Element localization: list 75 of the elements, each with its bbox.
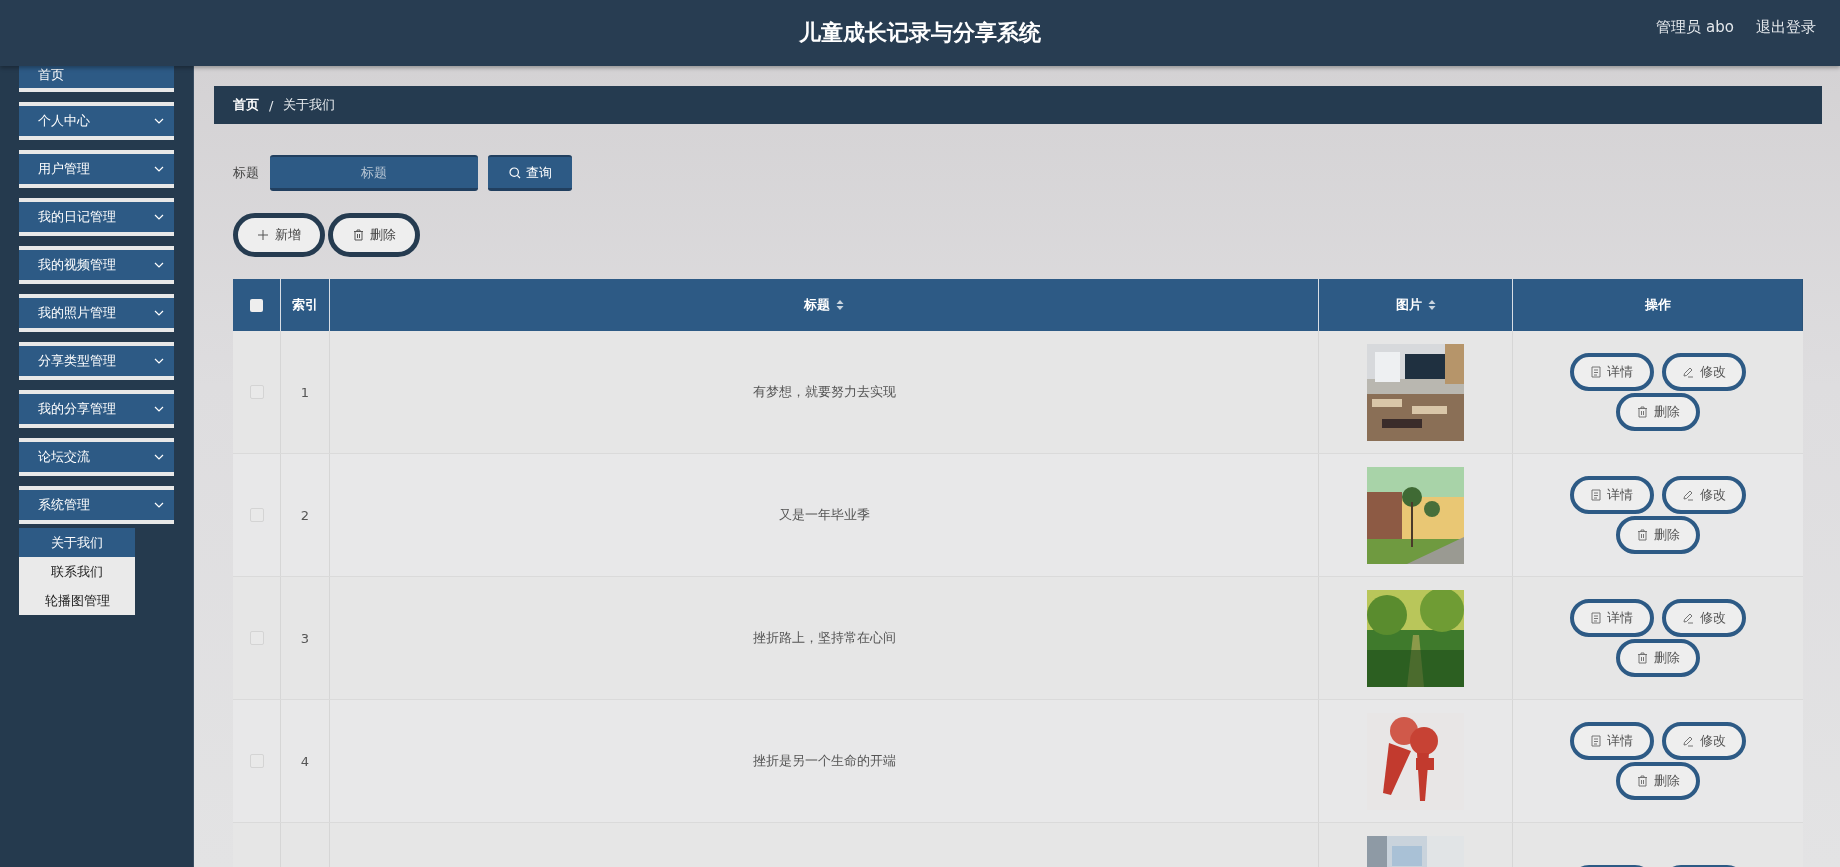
menu-item[interactable]: 分享类型管理: [19, 342, 174, 380]
edit-button[interactable]: 修改: [1662, 722, 1746, 760]
sort-icon[interactable]: [836, 299, 844, 311]
trash-icon: [1636, 529, 1648, 541]
search-label: 标题: [233, 164, 259, 182]
menu-item[interactable]: 个人中心: [19, 102, 174, 140]
chevron-down-icon: [154, 166, 164, 172]
chevron-down-icon: [154, 310, 164, 316]
select-all-checkbox[interactable]: [250, 298, 263, 312]
column-header: 图片: [1395, 296, 1422, 314]
table-cell: 挫折是另一个生命的开端: [752, 752, 896, 770]
submenu-item[interactable]: 关于我们: [19, 528, 135, 557]
menu-item[interactable]: 首页: [19, 66, 174, 92]
chevron-down-icon: [154, 358, 164, 364]
menu-item[interactable]: 我的日记管理: [19, 198, 174, 236]
row-index: 4: [300, 753, 310, 769]
trash-icon: [1636, 406, 1648, 418]
breadcrumb-link[interactable]: 首页: [233, 96, 259, 114]
app-title: 儿童成长记录与分享系统: [799, 19, 1041, 47]
delete-button[interactable]: 删除: [1616, 516, 1700, 554]
table-cell: 又是一年毕业季: [778, 506, 870, 524]
details-button[interactable]: 详情: [1570, 476, 1654, 514]
menu-item[interactable]: 我的照片管理: [19, 294, 174, 332]
pencil-icon: [1682, 612, 1694, 624]
delete-button[interactable]: 删除: [1616, 639, 1700, 677]
row-index: 2: [300, 507, 310, 523]
menu-item[interactable]: 用户管理: [19, 150, 174, 188]
search-icon: [508, 166, 521, 179]
chevron-down-icon: [154, 262, 164, 268]
menu-item[interactable]: 系统管理: [19, 486, 174, 524]
pencil-icon: [1682, 735, 1694, 747]
document-icon: [1591, 366, 1601, 378]
chevron-down-icon: [154, 454, 164, 460]
chevron-down-icon: [154, 406, 164, 412]
search-button[interactable]: 查询: [488, 155, 572, 191]
delete-button[interactable]: 删除: [1616, 393, 1700, 431]
edit-button[interactable]: 修改: [1662, 476, 1746, 514]
chevron-down-icon: [154, 214, 164, 220]
menu-item[interactable]: 论坛交流: [19, 438, 174, 476]
pencil-icon: [1682, 489, 1694, 501]
row-index: 1: [300, 384, 310, 400]
plus-icon: [257, 229, 269, 241]
add-button[interactable]: 新增: [233, 213, 325, 257]
document-icon: [1591, 489, 1601, 501]
menu-item[interactable]: 我的分享管理: [19, 390, 174, 428]
table-cell: 挫折路上，坚持常在心间: [752, 629, 896, 647]
trash-icon: [1636, 652, 1648, 664]
edit-button[interactable]: 修改: [1662, 353, 1746, 391]
chevron-down-icon: [154, 502, 164, 508]
delete-button[interactable]: 删除: [1616, 762, 1700, 800]
column-header: 操作: [1644, 296, 1671, 314]
sort-icon[interactable]: [1427, 299, 1436, 311]
column-header: 标题: [804, 296, 830, 314]
table-cell: 有梦想，就要努力去实现: [752, 383, 896, 401]
menu-item[interactable]: 我的视频管理: [19, 246, 174, 284]
user-name: 管理员 abo: [1656, 18, 1734, 37]
delete-button[interactable]: 删除: [328, 213, 420, 257]
document-icon: [1591, 735, 1601, 747]
column-header: 索引: [292, 296, 318, 314]
details-button[interactable]: 详情: [1570, 353, 1654, 391]
details-button[interactable]: 详情: [1570, 599, 1654, 637]
document-icon: [1591, 612, 1601, 624]
trash-icon: [1636, 775, 1648, 787]
breadcrumb-separator: /: [269, 97, 274, 113]
submenu-item[interactable]: 轮播图管理: [19, 586, 135, 615]
breadcrumb-current: 关于我们: [283, 96, 336, 114]
search-field[interactable]: 标题: [270, 155, 478, 191]
details-button[interactable]: 详情: [1570, 722, 1654, 760]
submenu-item[interactable]: 联系我们: [19, 557, 135, 586]
pencil-icon: [1682, 366, 1694, 378]
chevron-down-icon: [154, 118, 164, 124]
trash-icon: [352, 229, 364, 241]
row-index: 3: [300, 630, 310, 646]
logout-link[interactable]: 退出登录: [1756, 18, 1816, 37]
edit-button[interactable]: 修改: [1662, 599, 1746, 637]
